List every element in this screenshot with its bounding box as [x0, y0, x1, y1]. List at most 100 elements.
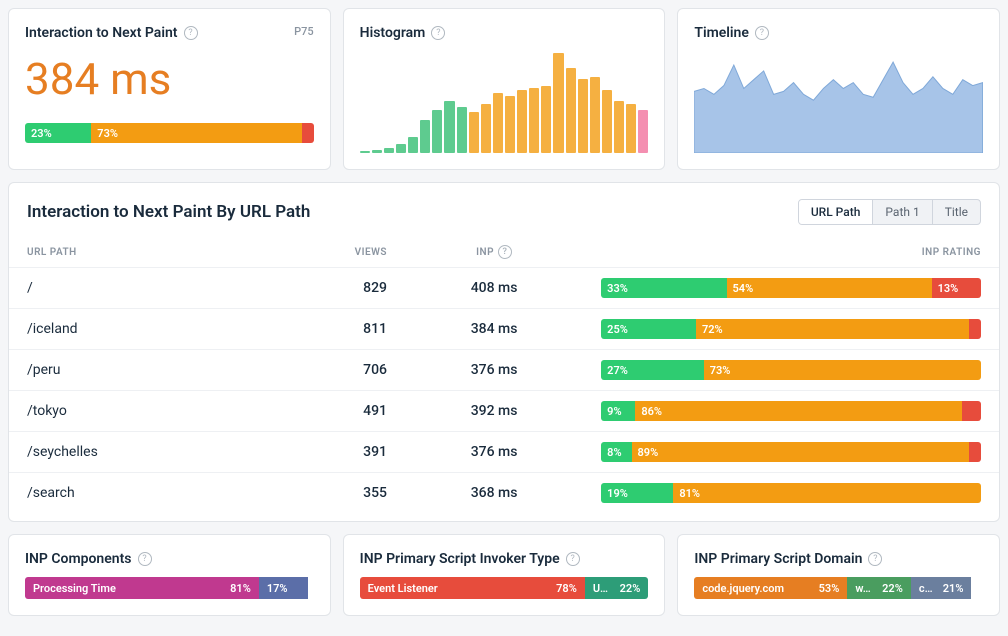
inp-components-card: INP Components ? Processing Time81%17%	[8, 534, 331, 616]
histogram-bar	[444, 101, 454, 153]
histogram-bar	[517, 90, 527, 153]
rating-segment: 54%	[727, 278, 932, 298]
cell-inp: 408 ms	[405, 268, 583, 309]
histogram-card: Histogram ?	[343, 8, 666, 170]
cell-inp: 384 ms	[405, 309, 583, 350]
by-url-card: Interaction to Next Paint By URL Path UR…	[8, 182, 1000, 522]
cell-views: 391	[266, 432, 405, 473]
inp-value: 384 ms	[25, 53, 314, 105]
histogram-bar	[360, 151, 370, 153]
invoker-bar: Event Listener78%U…22%	[360, 577, 649, 599]
cell-views: 355	[266, 473, 405, 514]
rating-segment: 89%	[632, 442, 969, 462]
segment-title[interactable]: Title	[933, 200, 980, 224]
cell-inp: 376 ms	[405, 350, 583, 391]
table-row[interactable]: /peru706376 ms27%73%	[9, 350, 999, 391]
cell-rating: 25%72%	[583, 309, 999, 350]
histogram-bar	[457, 107, 467, 153]
cell-inp: 376 ms	[405, 432, 583, 473]
help-icon[interactable]: ?	[138, 552, 152, 566]
inp-card: Interaction to Next Paint ? P75 384 ms 2…	[8, 8, 331, 170]
help-icon[interactable]: ?	[566, 552, 580, 566]
cell-views: 491	[266, 391, 405, 432]
histogram-bar	[578, 79, 588, 153]
histogram-chart	[360, 53, 649, 153]
cell-inp: 368 ms	[405, 473, 583, 514]
invoker-title: INP Primary Script Invoker Type	[360, 551, 560, 567]
rating-segment: 27%	[601, 360, 704, 380]
col-inp-label: INP	[476, 247, 494, 258]
components-bar: Processing Time81%17%	[25, 577, 314, 599]
help-icon[interactable]: ?	[184, 26, 198, 40]
histogram-bar	[505, 96, 515, 153]
timeline-chart	[694, 53, 983, 153]
table-row[interactable]: /seychelles391376 ms8%89%	[9, 432, 999, 473]
histogram-bar	[408, 137, 418, 153]
histogram-bar	[553, 53, 563, 153]
component-segment: Event Listener78%	[360, 577, 585, 599]
histogram-bar	[420, 120, 430, 153]
inp-domain-card: INP Primary Script Domain ? code.jquery.…	[677, 534, 1000, 616]
table-row[interactable]: /tokyo491392 ms 9%86%	[9, 391, 999, 432]
col-inp-rating[interactable]: INP Rating	[583, 237, 999, 268]
by-url-table: URL Path Views INP ? INP Rating /829408 …	[9, 237, 999, 513]
histogram-bar	[481, 104, 491, 153]
component-segment: 17%	[259, 577, 308, 599]
rating-segment: 9%	[601, 401, 635, 421]
rating-segment: 81%	[673, 483, 981, 503]
col-inp[interactable]: INP ?	[405, 237, 583, 268]
cell-rating: 27%73%	[583, 350, 999, 391]
rating-segment: 33%	[601, 278, 726, 298]
histogram-bar	[432, 110, 442, 153]
rating-segment: 23%	[25, 123, 91, 143]
rating-segment	[969, 319, 981, 339]
timeline-title: Timeline	[694, 25, 749, 41]
by-url-title: Interaction to Next Paint By URL Path	[27, 202, 310, 222]
timeline-area	[694, 62, 983, 153]
cell-path: /tokyo	[9, 391, 266, 432]
cell-views: 829	[266, 268, 405, 309]
col-url-path[interactable]: URL Path	[9, 237, 266, 268]
component-segment: code.jquery.com53%	[694, 577, 847, 599]
help-icon[interactable]: ?	[431, 26, 445, 40]
cell-path: /iceland	[9, 309, 266, 350]
rating-segment: 13%	[932, 278, 981, 298]
grouping-segmented: URL PathPath 1Title	[798, 199, 981, 225]
histogram-bar	[372, 150, 382, 153]
segment-path-1[interactable]: Path 1	[873, 200, 932, 224]
cell-path: /search	[9, 473, 266, 514]
histogram-bar	[529, 88, 539, 153]
rating-segment: 25%	[601, 319, 696, 339]
histogram-bar	[614, 101, 624, 153]
component-segment: w…22%	[847, 577, 911, 599]
table-row[interactable]: /829408 ms33%54%13%	[9, 268, 999, 309]
histogram-bar	[469, 112, 479, 153]
help-icon[interactable]: ?	[498, 245, 512, 259]
cell-rating: 19%81%	[583, 473, 999, 514]
rating-segment: 19%	[601, 483, 673, 503]
rating-segment	[302, 123, 314, 143]
rating-segment: 86%	[635, 401, 962, 421]
histogram-bar	[566, 68, 576, 153]
component-segment: c…21%	[911, 577, 972, 599]
rating-segment: 72%	[696, 319, 969, 339]
histogram-bar	[626, 104, 636, 153]
histogram-bar	[396, 144, 406, 153]
help-icon[interactable]: ?	[755, 26, 769, 40]
inp-rating-bar: 23%73%	[25, 123, 314, 143]
cell-inp: 392 ms	[405, 391, 583, 432]
cell-views: 706	[266, 350, 405, 391]
table-row[interactable]: /search355368 ms19%81%	[9, 473, 999, 514]
component-segment: U…22%	[585, 577, 649, 599]
histogram-bar	[638, 110, 648, 153]
domain-bar: code.jquery.com53%w…22%c…21%	[694, 577, 983, 599]
histogram-bar	[541, 86, 551, 153]
domain-title: INP Primary Script Domain	[694, 551, 862, 567]
p75-badge: P75	[294, 25, 314, 38]
top-row: Interaction to Next Paint ? P75 384 ms 2…	[8, 8, 1000, 170]
help-icon[interactable]: ?	[868, 552, 882, 566]
table-row[interactable]: /iceland811384 ms25%72%	[9, 309, 999, 350]
timeline-card: Timeline ?	[677, 8, 1000, 170]
col-views[interactable]: Views	[266, 237, 405, 268]
segment-url-path[interactable]: URL Path	[799, 200, 874, 224]
